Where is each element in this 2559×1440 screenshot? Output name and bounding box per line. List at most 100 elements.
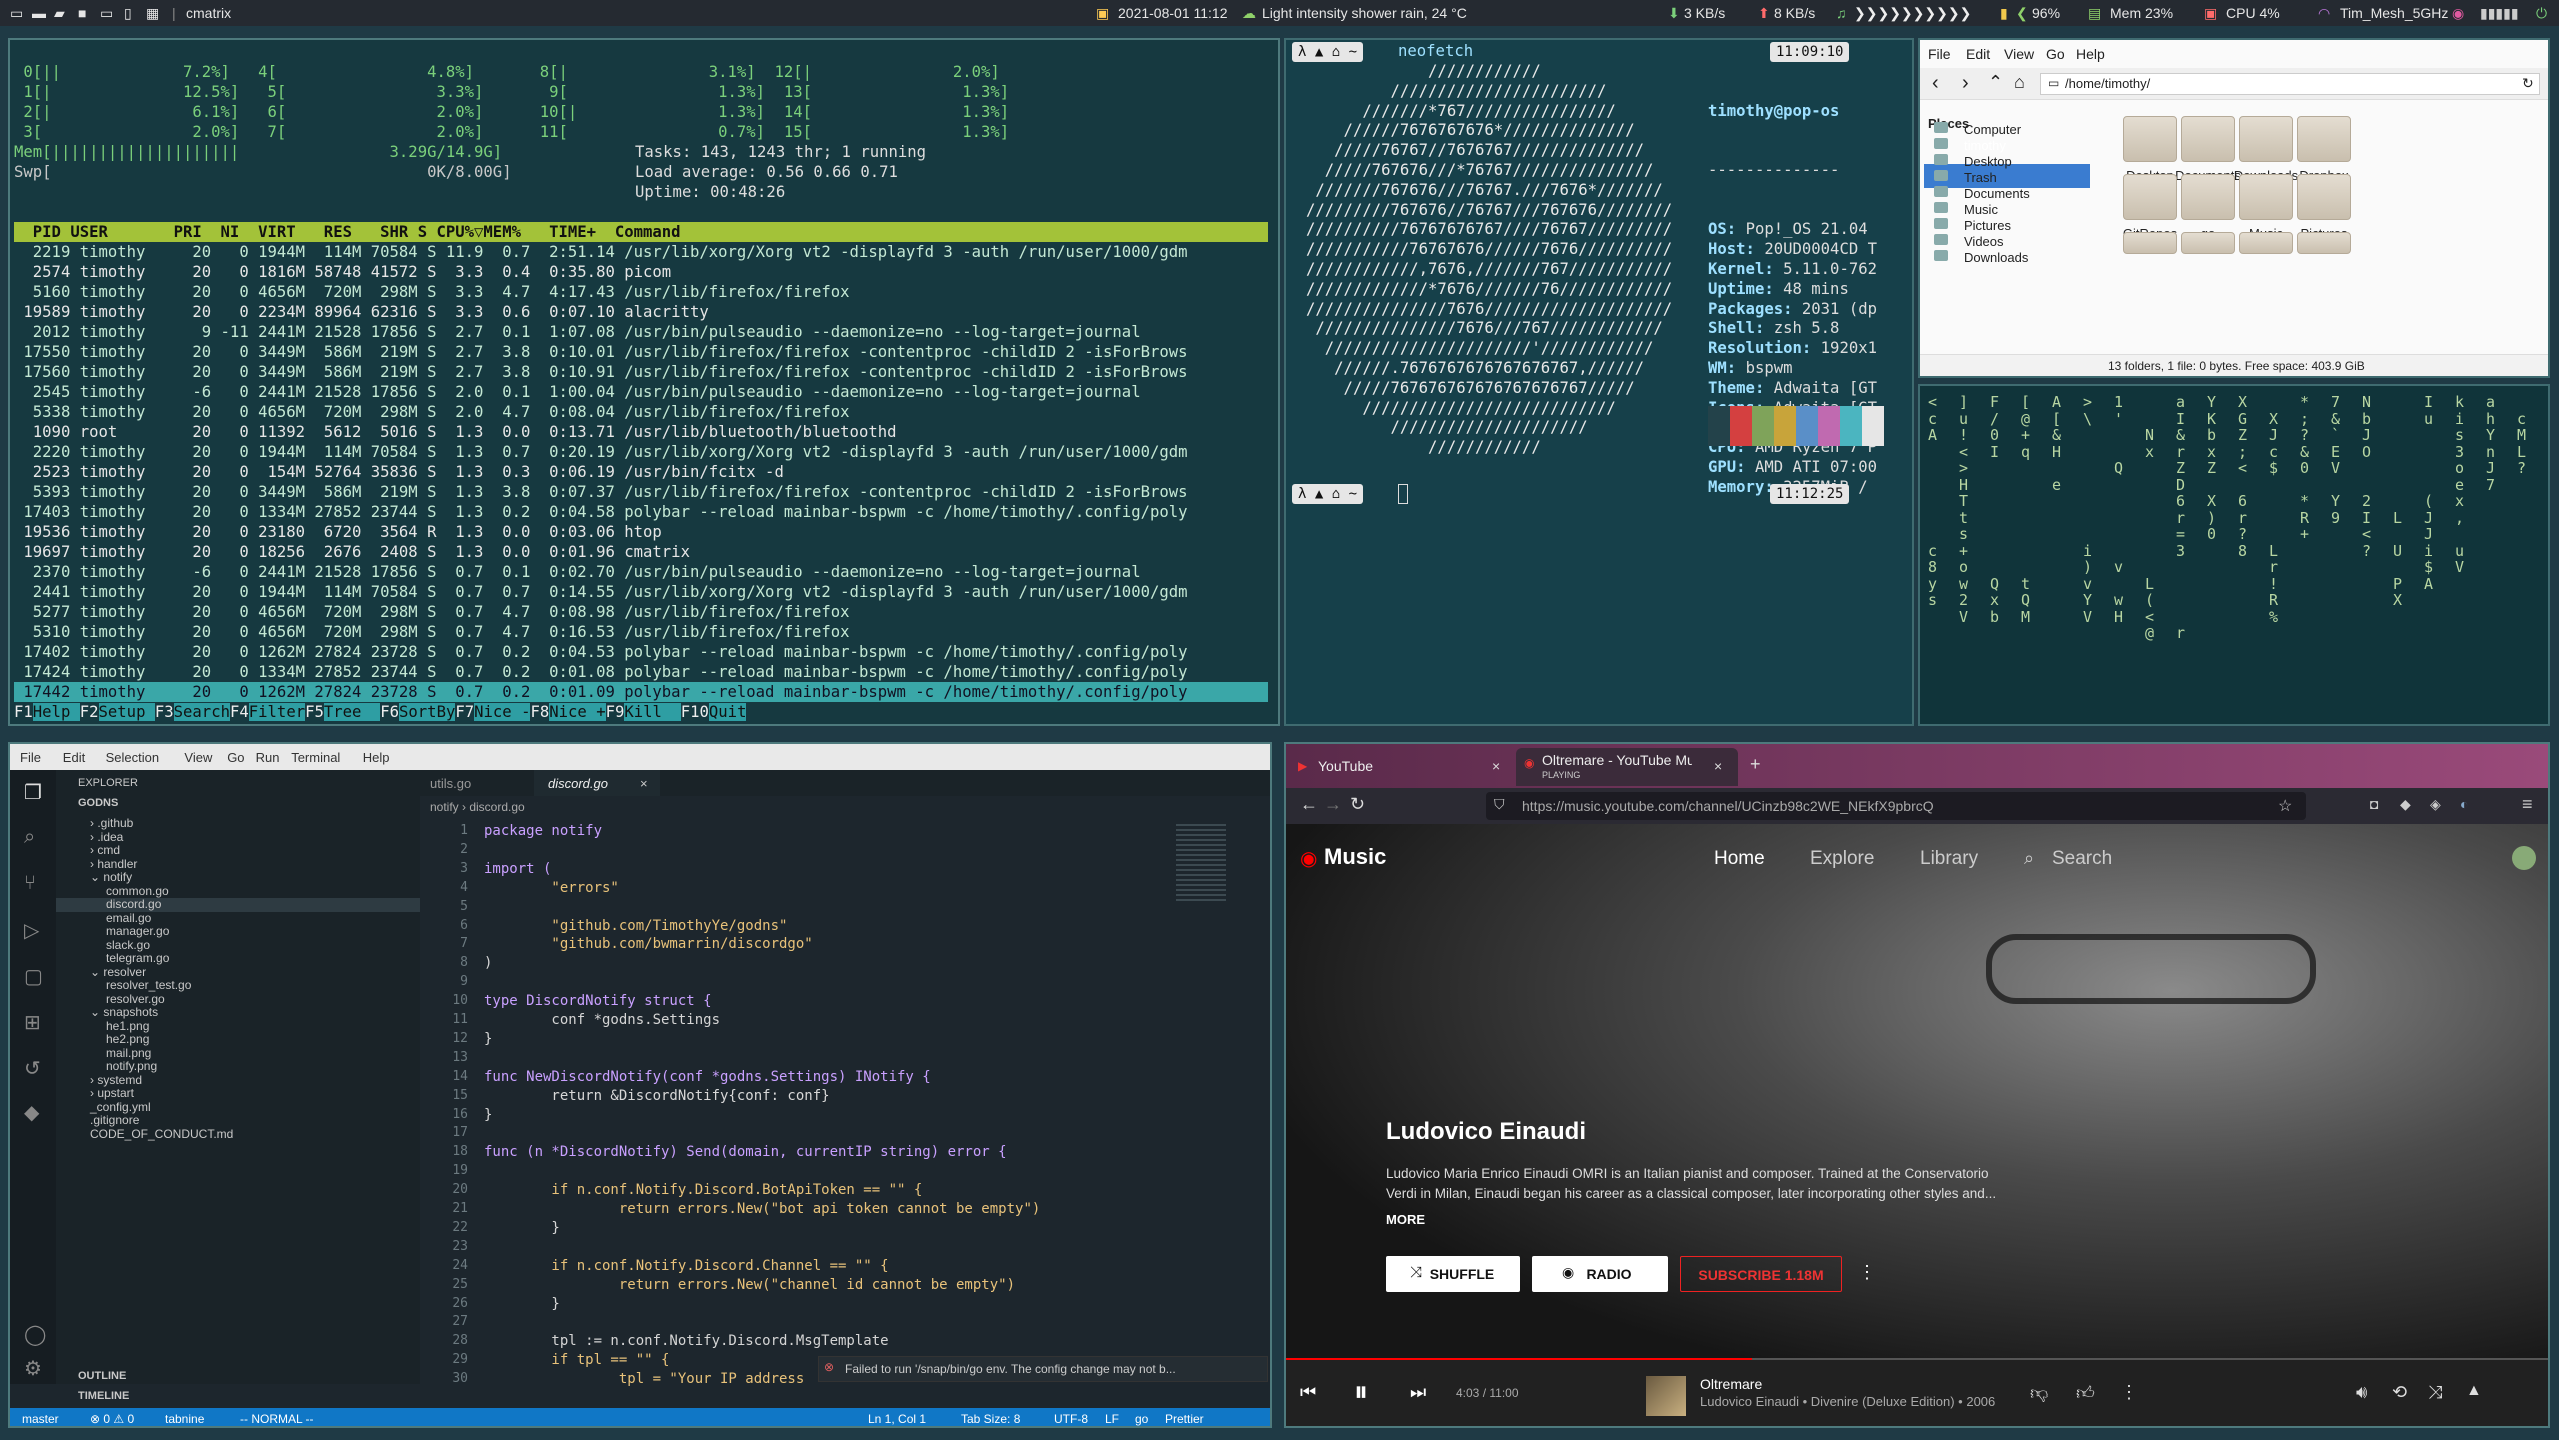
- process-row[interactable]: 19536 timothy 20 0 23180 6720 3564 R 1.3…: [14, 522, 1268, 542]
- code-line[interactable]: if n.conf.Notify.Discord.BotApiToken == …: [484, 1181, 922, 1200]
- process-row[interactable]: 2574 timothy 20 0 1816M 58748 41572 S 3.…: [14, 262, 1268, 282]
- menu-edit[interactable]: Edit: [1966, 46, 1990, 62]
- status-right-item[interactable]: LF: [1105, 1412, 1119, 1426]
- terminal-icon[interactable]: ▯: [124, 5, 132, 22]
- process-row[interactable]: 5277 timothy 20 0 4656M 720M 298M S 0.7 …: [14, 602, 1268, 622]
- menu-terminal[interactable]: Terminal: [291, 750, 340, 765]
- forward-icon[interactable]: →: [1324, 794, 1342, 815]
- tree-item[interactable]: CODE_OF_CONDUCT.md: [90, 1127, 233, 1141]
- desktop-icon[interactable]: ▭: [10, 5, 23, 22]
- pause-icon[interactable]: ⏸: [1354, 1376, 1368, 1409]
- tree-item[interactable]: discord.go: [106, 897, 161, 911]
- nav-home[interactable]: Home: [1714, 848, 1765, 870]
- process-row[interactable]: 5393 timothy 20 0 3449M 586M 219M S 1.3 …: [14, 482, 1268, 502]
- tree-item[interactable]: › .github: [90, 816, 133, 830]
- sidebar-item-documents[interactable]: Documents: [1964, 186, 2030, 201]
- tree-item[interactable]: › systemd: [90, 1073, 142, 1087]
- timeline-section[interactable]: TIMELINE: [78, 1390, 129, 1402]
- avatar[interactable]: [2512, 846, 2536, 870]
- docker-icon[interactable]: ◆: [24, 1100, 39, 1125]
- reload-icon[interactable]: ↻: [1350, 794, 1365, 815]
- url-bar[interactable]: https://music.youtube.com/channel/UCinzb…: [1486, 792, 2306, 820]
- vscode-window[interactable]: File Edit Selection View Go Run Terminal Help ❐…: [8, 742, 1272, 1428]
- code-line[interactable]: if tpl == "" {: [484, 1351, 669, 1370]
- status-left-item[interactable]: tabnine: [165, 1412, 204, 1426]
- source-control-icon[interactable]: ⑂: [24, 872, 36, 895]
- process-row[interactable]: 5160 timothy 20 0 4656M 720M 298M S 3.3 …: [14, 282, 1268, 302]
- code-line[interactable]: }: [484, 1295, 559, 1314]
- sidebar-item-videos[interactable]: Videos: [1964, 234, 2004, 249]
- home-icon[interactable]: ⌂: [2014, 72, 2025, 93]
- menu-help[interactable]: Help: [2076, 46, 2105, 62]
- tree-item[interactable]: notify.png: [106, 1059, 157, 1073]
- close-tab-icon[interactable]: ×: [1492, 758, 1500, 774]
- process-row[interactable]: 2220 timothy 20 0 1944M 114M 70584 S 1.3…: [14, 442, 1268, 462]
- status-right-item[interactable]: Tab Size: 8: [961, 1412, 1020, 1426]
- app-icon[interactable]: ◉: [2452, 5, 2464, 22]
- menu-view[interactable]: View: [2004, 46, 2034, 62]
- menu-view[interactable]: View: [184, 750, 212, 765]
- folder-partial[interactable]: [2288, 232, 2360, 260]
- code-line[interactable]: return errors.New("channel id cannot be …: [484, 1276, 1015, 1295]
- code-line[interactable]: ): [484, 954, 492, 973]
- reload-icon[interactable]: ↻: [2522, 75, 2534, 92]
- process-row[interactable]: 17402 timothy 20 0 1262M 27824 23728 S 0…: [14, 642, 1268, 662]
- code-line[interactable]: func NewDiscordNotify(conf *godns.Settin…: [484, 1068, 931, 1087]
- more-options-icon[interactable]: ⋮: [2120, 1382, 2138, 1403]
- tree-item[interactable]: › cmd: [90, 843, 120, 857]
- error-toast[interactable]: Failed to run '/snap/bin/go env. The con…: [818, 1356, 1268, 1382]
- like-icon[interactable]: 👍︎: [2076, 1382, 2095, 1404]
- outline-section[interactable]: OUTLINE: [78, 1370, 126, 1382]
- screen-icon[interactable]: ▭: [100, 5, 113, 22]
- menu-icon[interactable]: ≡: [2522, 794, 2533, 815]
- status-right-item[interactable]: UTF-8: [1054, 1412, 1088, 1426]
- tab-discord[interactable]: discord.go: [548, 776, 608, 791]
- process-row[interactable]: 19589 timothy 20 0 2234M 89964 62316 S 3…: [14, 302, 1268, 322]
- cmatrix-terminal[interactable]: < c A c 8 y s] u ! < > H T t s + o w 2 V…: [1918, 384, 2550, 726]
- playback-progress[interactable]: [1286, 1358, 1752, 1360]
- more-link[interactable]: MORE: [1386, 1212, 1425, 1227]
- tree-item[interactable]: he1.png: [106, 1019, 149, 1033]
- repeat-icon[interactable]: ⟲: [2392, 1382, 2407, 1403]
- code-line[interactable]: conf *godns.Settings: [484, 1011, 720, 1030]
- shuffle-button[interactable]: SHUFFLE: [1386, 1256, 1520, 1292]
- process-row[interactable]: 17403 timothy 20 0 1334M 27852 23744 S 1…: [14, 502, 1268, 522]
- wifi-name[interactable]: Tim_Mesh_5GHz: [2340, 5, 2448, 21]
- function-key-label[interactable]: Nice +: [549, 703, 606, 721]
- nav-search[interactable]: Search: [2052, 848, 2112, 870]
- new-tab-icon[interactable]: +: [1750, 754, 1761, 775]
- function-key-label[interactable]: Nice -: [474, 703, 531, 721]
- process-row[interactable]: 19697 timothy 20 0 18256 2676 2408 S 1.3…: [14, 542, 1268, 562]
- remote-icon[interactable]: ▢: [24, 964, 43, 989]
- tree-item[interactable]: › upstart: [90, 1086, 134, 1100]
- folder-icon[interactable]: ▰: [54, 5, 65, 22]
- function-key-label[interactable]: Setup: [98, 703, 155, 721]
- settings-icon[interactable]: ⚙: [24, 1356, 42, 1381]
- next-icon[interactable]: ⏭: [1410, 1382, 1426, 1403]
- status-right-item[interactable]: Ln 1, Col 1: [868, 1412, 926, 1426]
- tab-utils[interactable]: utils.go: [430, 776, 471, 791]
- sidebar-item-music[interactable]: Music: [1964, 202, 1998, 217]
- process-row[interactable]: 17550 timothy 20 0 3449M 586M 219M S 2.7…: [14, 342, 1268, 362]
- tree-item[interactable]: resolver.go: [106, 992, 165, 1006]
- code-line[interactable]: }: [484, 1106, 492, 1125]
- menu-file[interactable]: File: [1928, 46, 1951, 62]
- forward-icon[interactable]: ›: [1962, 72, 1969, 95]
- more-options-icon[interactable]: ⋮: [1858, 1262, 1876, 1283]
- shuffle-icon[interactable]: ⤨: [2428, 1382, 2442, 1403]
- menu-help[interactable]: Help: [363, 750, 390, 765]
- menu-edit[interactable]: Edit: [63, 750, 85, 765]
- history-icon[interactable]: ↺: [24, 1056, 41, 1081]
- process-row[interactable]: 17442 timothy 20 0 1262M 27824 23728 S 0…: [14, 682, 1268, 702]
- radio-button[interactable]: RADIO: [1532, 1256, 1668, 1292]
- back-icon[interactable]: ←: [1300, 794, 1318, 815]
- folder-pictures[interactable]: Pictures: [2288, 174, 2360, 241]
- menu-file[interactable]: File: [20, 750, 41, 765]
- music-bar[interactable]: ❯❯❯❯❯❯❯❯❯❯: [1854, 5, 1971, 22]
- ytmusic-logo[interactable]: Music: [1324, 844, 1386, 870]
- monitor-icon[interactable]: ▬: [32, 5, 46, 21]
- power-icon[interactable]: ⏻: [2536, 5, 2547, 22]
- tree-item[interactable]: › handler: [90, 857, 137, 871]
- process-row[interactable]: 5310 timothy 20 0 4656M 720M 298M S 0.7 …: [14, 622, 1268, 642]
- folder-dropbox[interactable]: Dropbox: [2288, 116, 2360, 183]
